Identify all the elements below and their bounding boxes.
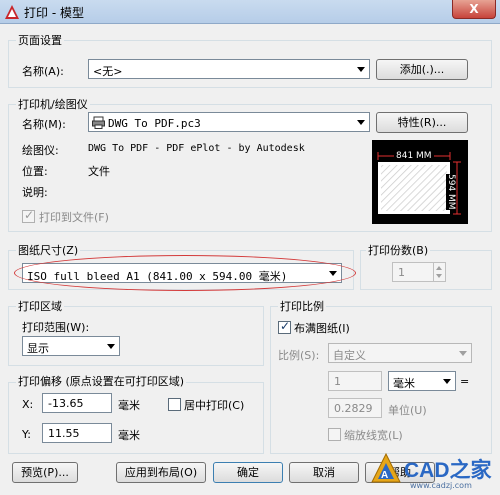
- offset-x-label: X:: [22, 398, 34, 411]
- printer-properties-button[interactable]: 特性(R)...: [376, 112, 468, 133]
- offset-y-unit: 毫米: [118, 429, 140, 442]
- scale-value: 自定义: [333, 349, 366, 362]
- cad-logo-icon: A: [371, 452, 401, 483]
- plot-scale-label: 打印比例: [278, 298, 326, 314]
- paper-preview: 841 MM 594 MM: [372, 140, 468, 224]
- center-plot-label: 居中打印(C): [184, 399, 245, 412]
- printer-name-select[interactable]: DWG To PDF.pc3: [88, 112, 370, 132]
- scale-select[interactable]: 自定义: [328, 343, 472, 363]
- watermark-url: www.cadzj.com: [410, 481, 472, 490]
- scale-value2: 0.2829: [334, 402, 373, 415]
- watermark-brand: CAD之家: [404, 459, 492, 482]
- preview-height-label: 594 MM: [446, 174, 456, 210]
- plotter-value: DWG To PDF - PDF ePlot - by Autodesk: [88, 143, 305, 154]
- location-value: 文件: [88, 165, 110, 178]
- location-label: 位置:: [22, 165, 48, 178]
- plot-area-label: 打印区域: [16, 298, 64, 314]
- chevron-down-icon: [459, 351, 467, 356]
- print-to-file-checkbox[interactable]: [22, 208, 35, 223]
- chevron-down-icon: [107, 344, 115, 349]
- page-setup-label: 页面设置: [16, 32, 64, 48]
- autocad-app-icon: [5, 5, 19, 19]
- fit-to-paper-label: 布满图纸(I): [294, 322, 350, 335]
- chevron-down-icon: [357, 67, 365, 72]
- spin-down-icon: [436, 274, 442, 278]
- chevron-down-icon: [443, 379, 451, 384]
- scale-value1-input[interactable]: 1: [328, 371, 382, 391]
- plot-range-value: 显示: [27, 342, 49, 355]
- print-to-file-label: 打印到文件(F): [39, 211, 109, 224]
- page-setup-name-value: <无>: [93, 65, 123, 78]
- red-annotation-ellipse: [14, 255, 356, 291]
- scale-lineweights-checkbox[interactable]: [328, 428, 341, 441]
- printer-name-value: DWG To PDF.pc3: [108, 117, 201, 130]
- copies-value: 1: [398, 266, 405, 279]
- scale-lineweights-label: 缩放线宽(L): [344, 429, 403, 442]
- ok-button[interactable]: 确定: [213, 462, 283, 483]
- printer-label: 打印机/绘图仪: [16, 96, 90, 112]
- scale-value2-input[interactable]: 0.2829: [328, 398, 382, 418]
- scale-unit-value: 毫米: [393, 377, 415, 390]
- preview-width-label: 841 MM: [394, 151, 434, 161]
- scale-label: 比例(S):: [278, 349, 320, 362]
- offset-x-unit: 毫米: [118, 399, 140, 412]
- offset-x-input[interactable]: -13.65: [42, 393, 112, 413]
- description-label: 说明:: [22, 186, 48, 199]
- window-title: 打印 - 模型: [24, 6, 84, 20]
- add-page-setup-button[interactable]: 添加(.)...: [376, 59, 468, 80]
- plot-offset-label: 打印偏移 (原点设置在可打印区域): [16, 373, 187, 389]
- cancel-button[interactable]: 取消: [289, 462, 359, 483]
- copies-label: 打印份数(B): [366, 242, 431, 258]
- cad-watermark: A CAD之家 www.cadzj.com: [368, 448, 498, 494]
- copies-spin-buttons[interactable]: [433, 263, 445, 281]
- copies-spinner[interactable]: 1: [392, 262, 446, 282]
- units-label: 单位(U): [388, 404, 427, 417]
- plot-range-select[interactable]: 显示: [22, 336, 120, 356]
- title-bar: 打印 - 模型 X: [0, 0, 500, 24]
- apply-to-layout-button[interactable]: 应用到布局(O): [116, 462, 206, 483]
- svg-text:A: A: [381, 470, 388, 481]
- offset-y-value: 11.55: [48, 427, 80, 440]
- plotter-label: 绘图仪:: [22, 144, 59, 157]
- offset-y-label: Y:: [22, 428, 31, 441]
- offset-x-value: -13.65: [48, 397, 84, 410]
- printer-name-label: 名称(M):: [22, 118, 66, 131]
- spin-up-icon: [436, 266, 442, 270]
- center-plot-checkbox[interactable]: [168, 398, 181, 411]
- fit-to-paper-checkbox[interactable]: [278, 319, 291, 334]
- printer-icon: [92, 116, 105, 129]
- equals-sign: =: [460, 375, 470, 388]
- scale-value1: 1: [334, 375, 341, 388]
- page-setup-name-select[interactable]: <无>: [88, 59, 370, 79]
- preview-button[interactable]: 预览(P)...: [12, 462, 78, 483]
- scale-unit-select[interactable]: 毫米: [388, 371, 456, 391]
- plot-range-label: 打印范围(W):: [22, 321, 90, 334]
- chevron-down-icon: [357, 120, 365, 125]
- offset-y-input[interactable]: 11.55: [42, 423, 112, 443]
- page-setup-name-label: 名称(A):: [22, 65, 64, 78]
- close-button[interactable]: X: [452, 0, 496, 19]
- paper-size-label: 图纸尺寸(Z): [16, 242, 81, 258]
